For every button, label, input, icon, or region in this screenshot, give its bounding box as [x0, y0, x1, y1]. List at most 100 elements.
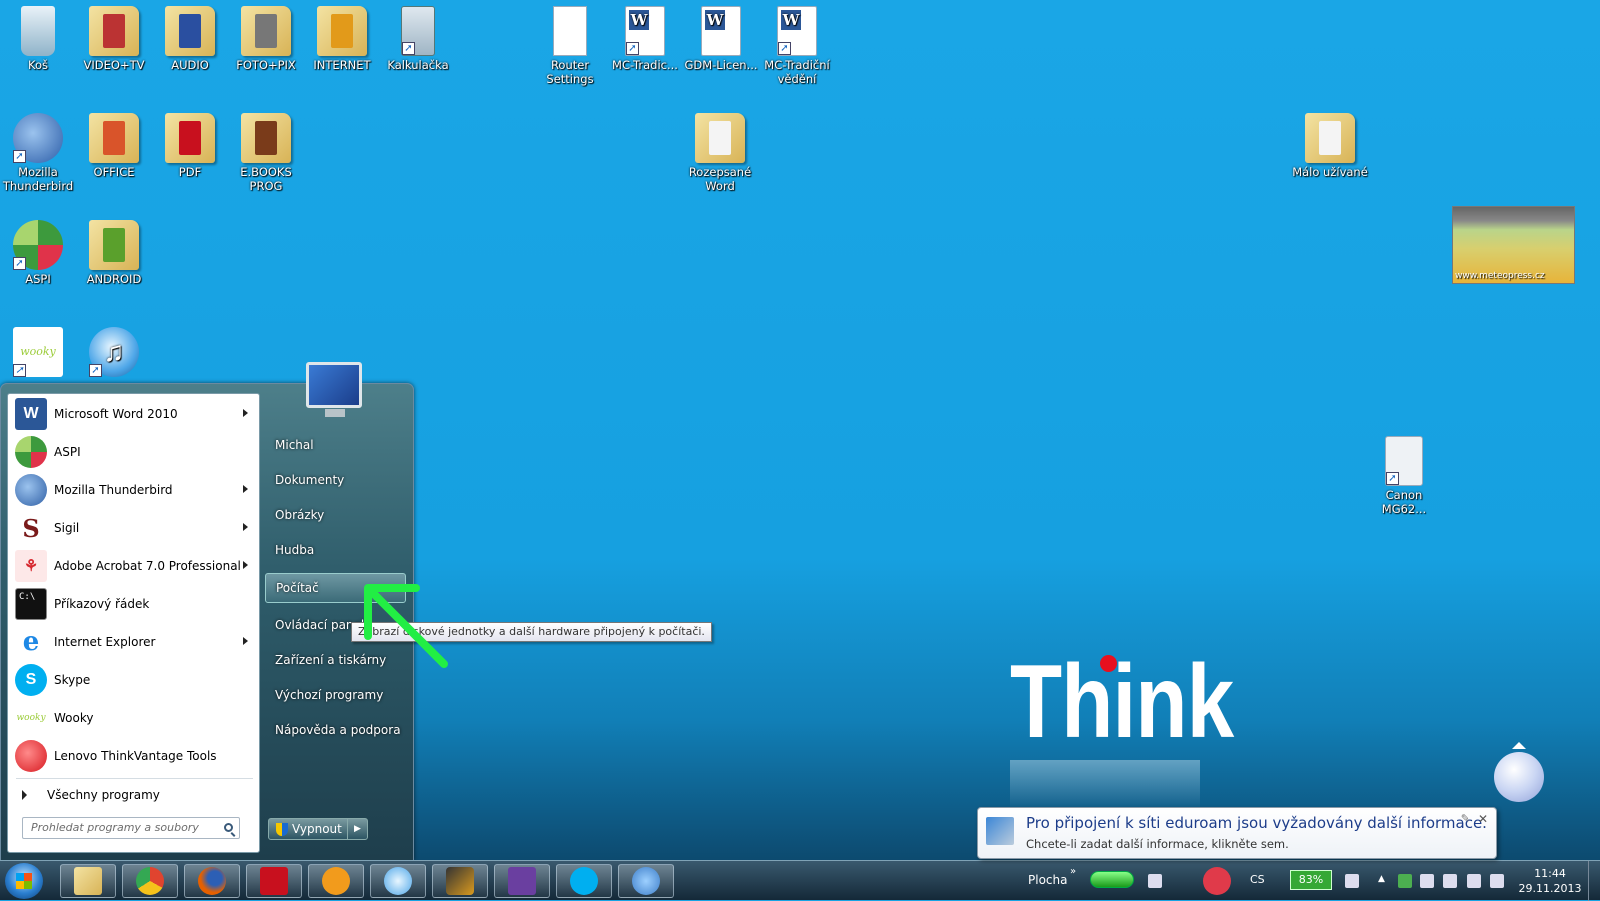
submenu-arrow-icon[interactable]: [243, 485, 248, 493]
shutdown-button[interactable]: Vypnout ▶: [268, 818, 368, 840]
desktop-icon-malo-uzivane[interactable]: Málo užívané: [1290, 107, 1370, 179]
taskbar-explorer[interactable]: [60, 864, 116, 898]
desktop-icon-pdf[interactable]: PDF: [152, 107, 228, 179]
taskbar-skype[interactable]: [556, 864, 612, 898]
desktop-icon-canon[interactable]: ➚ Canon MG62...: [1366, 430, 1442, 516]
thunderbird-icon: [15, 474, 47, 506]
status-pill-icon[interactable]: [1090, 871, 1134, 888]
network-tray-icon[interactable]: [1148, 874, 1162, 888]
taskbar-chrome[interactable]: [122, 864, 178, 898]
security-tray-icon[interactable]: [1398, 874, 1412, 888]
document-icon: [553, 6, 587, 56]
taskbar-app[interactable]: [308, 864, 364, 898]
desktop-icon-ebooks-prog[interactable]: E.BOOKS PROG: [228, 107, 304, 193]
notification-balloon[interactable]: Pro připojení k síti eduroam jsou vyžado…: [977, 807, 1497, 859]
printer-help-icon: ➚: [1385, 436, 1423, 486]
desktop-icon-kalkulacka[interactable]: ➚ Kalkulačka: [380, 0, 456, 72]
desktop-icon-office[interactable]: OFFICE: [76, 107, 152, 179]
taskbar-winamp[interactable]: [432, 864, 488, 898]
program-item-acrobat[interactable]: ⚘ Adobe Acrobat 7.0 Professional: [12, 548, 257, 584]
desktop-icon-foto-pix[interactable]: FOTO+PIX: [228, 0, 304, 72]
desktop-icon-label: VIDEO+TV: [83, 58, 145, 72]
desktop-icon-router-settings[interactable]: Router Settings: [532, 0, 608, 86]
start-right-hudba[interactable]: Hudba: [265, 535, 406, 565]
desktop-toolbar-label[interactable]: Plocha: [1028, 873, 1067, 887]
program-item-command-prompt[interactable]: C:\ Příkazový řádek: [12, 586, 257, 622]
desktop-icon-label: GDM-Licen...: [684, 58, 758, 72]
program-item-wooky[interactable]: wooky Wooky: [12, 700, 257, 736]
desktop-icon-mc-tradic[interactable]: ➚ MC-Tradic...: [607, 0, 683, 72]
flag-tray-icon[interactable]: [1420, 874, 1434, 888]
submenu-arrow-icon[interactable]: [243, 409, 248, 417]
submenu-arrow-icon[interactable]: [243, 523, 248, 531]
gadget-arrow-icon[interactable]: [1512, 742, 1526, 749]
desktop-icon-video-tv[interactable]: VIDEO+TV: [76, 0, 152, 72]
program-item-word[interactable]: W Microsoft Word 2010: [12, 396, 257, 432]
program-label: Adobe Acrobat 7.0 Professional: [54, 559, 241, 573]
taskbar-globe[interactable]: [618, 864, 674, 898]
desktop-icon-label: MC-Tradic...: [612, 58, 678, 72]
think-logo-dot: [1100, 655, 1117, 672]
toolbar-chevron-icon[interactable]: »: [1070, 866, 1076, 877]
submenu-arrow-icon[interactable]: [243, 637, 248, 645]
program-item-thinkvantage[interactable]: Lenovo ThinkVantage Tools: [12, 738, 257, 774]
submenu-arrow-icon[interactable]: [243, 561, 248, 569]
close-icon[interactable]: ✕: [1478, 812, 1488, 826]
desktop-icon-label: MC-Tradiční vědění: [764, 58, 830, 86]
program-item-internet-explorer[interactable]: e Internet Explorer: [12, 624, 257, 660]
pin-icon[interactable]: ✎: [1461, 812, 1470, 825]
taskbar-itunes[interactable]: [370, 864, 426, 898]
start-right-vychozi-programy[interactable]: Výchozí programy: [265, 680, 406, 710]
volume-icon[interactable]: [1490, 874, 1504, 888]
start-right-michal[interactable]: Michal: [265, 430, 406, 460]
desktop-icon-aspi[interactable]: ➚ ASPI: [0, 214, 76, 286]
power-tray-icon[interactable]: [1443, 874, 1457, 888]
program-item-skype[interactable]: S Skype: [12, 662, 257, 698]
battery-indicator[interactable]: 83%: [1290, 870, 1332, 890]
program-item-sigil[interactable]: S Sigil: [12, 510, 257, 546]
folder-icon: [89, 6, 139, 56]
show-desktop-button[interactable]: [1588, 861, 1600, 901]
shutdown-options-arrow-icon[interactable]: ▶: [347, 819, 367, 839]
internet-explorer-icon: e: [15, 626, 47, 658]
clock[interactable]: 11:44 29.11.2013: [1515, 866, 1585, 896]
search-input[interactable]: Prohledat programy a soubory: [22, 817, 240, 839]
start-button[interactable]: [5, 863, 43, 899]
start-right-napoveda[interactable]: Nápověda a podpora: [265, 715, 406, 745]
taskbar-visual-studio[interactable]: [494, 864, 550, 898]
desktop-icon-gdm-licen[interactable]: GDM-Licen...: [683, 0, 759, 72]
itunes-icon: [384, 867, 412, 895]
desktop-icon-rozepsane-word[interactable]: Rozepsané Word: [682, 107, 758, 193]
language-indicator[interactable]: CS: [1250, 873, 1265, 886]
taskbar-firefox[interactable]: [184, 864, 240, 898]
wifi-tray-icon[interactable]: [1467, 874, 1481, 888]
notification-title: Pro připojení k síti eduroam jsou vyžado…: [1026, 814, 1487, 832]
desktop-icon-audio[interactable]: AUDIO: [152, 0, 228, 72]
start-right-obrazky[interactable]: Obrázky: [265, 500, 406, 530]
folder-icon: [74, 867, 102, 895]
red-app-tray-icon[interactable]: [1203, 867, 1231, 895]
gadget-orb-icon[interactable]: [1494, 752, 1544, 802]
start-right-dokumenty[interactable]: Dokumenty: [265, 465, 406, 495]
start-right-label: Michal: [275, 438, 314, 452]
desktop-icon-itunes[interactable]: ♫ ➚: [76, 321, 152, 379]
folder-icon: [165, 6, 215, 56]
search-icon[interactable]: [224, 823, 233, 832]
show-hidden-icons-icon[interactable]: ▲: [1378, 874, 1392, 888]
desktop-icon-wooky[interactable]: wooky ➚: [0, 321, 76, 379]
desktop-icon-thunderbird[interactable]: ➚ Mozilla Thunderbird: [0, 107, 76, 193]
taskbar-acrobat[interactable]: [246, 864, 302, 898]
program-item-thunderbird[interactable]: Mozilla Thunderbird: [12, 472, 257, 508]
desktop-icon-android[interactable]: ANDROID: [76, 214, 152, 286]
weather-widget[interactable]: www.meteopress.cz: [1452, 206, 1575, 284]
taskbar: Plocha » CS 83% ▲ 11:44 29.11.2013: [0, 860, 1600, 901]
all-programs-button[interactable]: Všechny programy: [12, 782, 257, 808]
desktop-icon-label: ASPI: [25, 272, 51, 286]
desktop-icon-mc-tradicni-vedeni[interactable]: ➚ MC-Tradiční vědění: [759, 0, 835, 86]
desktop-icon-label: Mozilla Thunderbird: [2, 165, 74, 193]
desktop-icon-recycle-bin[interactable]: Koš: [0, 0, 76, 72]
desktop-icon-internet[interactable]: INTERNET: [304, 0, 380, 72]
program-item-aspi[interactable]: ASPI: [12, 434, 257, 470]
visual-studio-icon: [508, 867, 536, 895]
tray-icon[interactable]: [1345, 874, 1359, 888]
